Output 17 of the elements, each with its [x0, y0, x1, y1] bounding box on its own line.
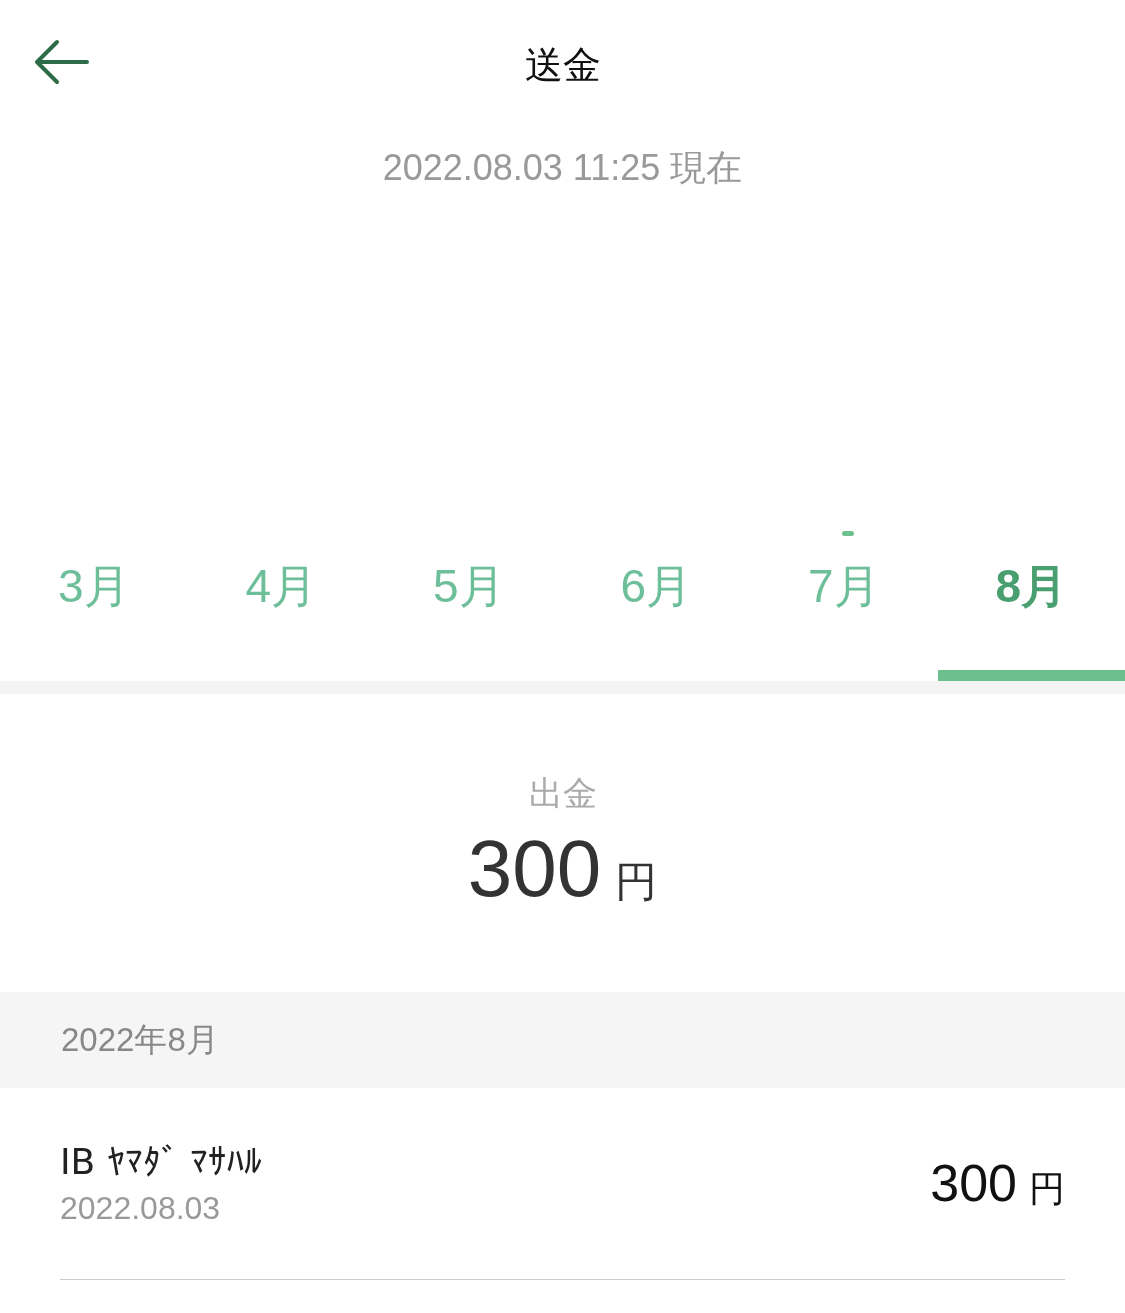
currency-unit: 円 [1029, 1167, 1065, 1211]
page-title: 送金 [524, 41, 601, 89]
month-tab[interactable]: 7月 [807, 544, 880, 618]
total-amount: 300 [467, 823, 602, 915]
payee-name: IB ﾔﾏﾀﾞ ﾏｻﾊﾙ [60, 1140, 263, 1182]
month-tab[interactable]: 4月 [245, 544, 318, 618]
month-tab[interactable]: 5月 [432, 544, 505, 618]
transaction-amount: 300 [930, 1153, 1017, 1213]
currency-unit: 円 [615, 856, 658, 908]
month-tab[interactable]: 6月 [620, 544, 693, 618]
month-tab[interactable]: 3月 [57, 544, 130, 618]
timestamp: 2022.08.03 11:25 現在 [381, 146, 744, 190]
back-arrow-icon[interactable] [33, 38, 89, 86]
month-tab[interactable]: 8月 [995, 544, 1068, 618]
section-title: 2022年8月 [61, 1019, 219, 1060]
transaction-date: 2022.08.03 [60, 1189, 222, 1227]
summary-label: 出金 [528, 772, 597, 815]
